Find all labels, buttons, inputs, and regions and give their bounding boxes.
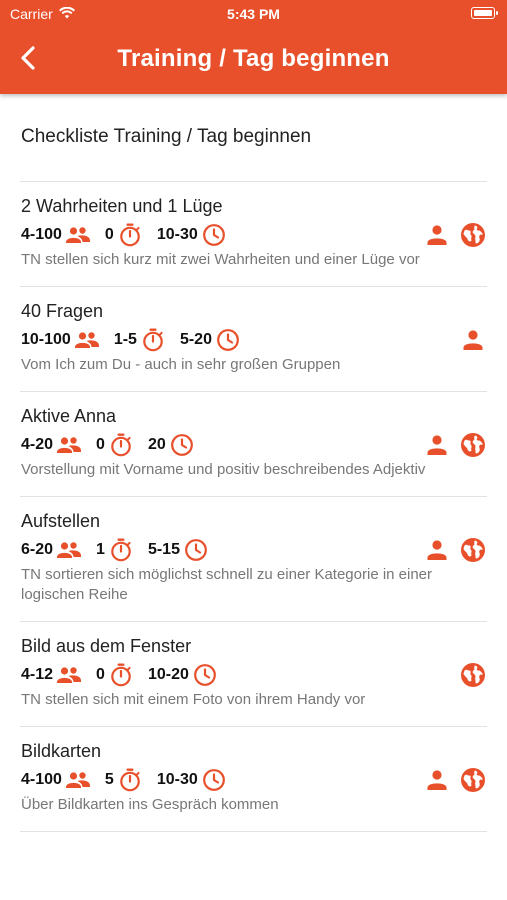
item-description: TN sortieren sich möglichst schnell zu e… [21,566,433,603]
globe-icon [460,222,486,248]
item-description: TN stellen sich mit einem Foto von ihrem… [21,691,366,708]
section-title: Checkliste Training / Tag beginnen [20,94,487,182]
item-title: 40 Fragen [21,301,104,321]
item-title: Aktive Anna [21,406,117,426]
participants-value: 4-100 [21,771,62,788]
timer-icon [108,662,134,688]
activity-list: 2 Wahrheiten und 1 Lüge 4-100 0 10-30 TN ste… [0,182,507,832]
person-icon [424,767,450,793]
prep-time-value: 0 [96,436,105,453]
prep-time-value: 0 [96,666,105,683]
list-item[interactable]: Bildkarten 4-100 5 10-30 Über Bildkarten ins… [20,727,487,832]
person-icon [460,327,486,353]
duration-value: 5-15 [147,541,180,558]
group-icon [56,432,82,458]
participants-value: 6-20 [21,541,54,558]
person-icon [424,222,450,248]
nav-bar: Training / Tag beginnen [0,30,507,90]
item-flags [424,537,486,563]
clock-icon [169,432,195,458]
duration-value: 10-30 [156,226,198,243]
duration-value: 20 [147,436,166,453]
item-meta: 4-100 0 10-30 [21,220,486,250]
list-item[interactable]: Bild aus dem Fenster 4-12 0 10-20 TN stellen… [20,622,487,727]
timer-icon [117,222,143,248]
item-title: Aufstellen [21,511,101,531]
status-time: 5:43 PM [227,6,280,22]
prep-time-value: 0 [104,226,114,243]
list-item[interactable]: 40 Fragen 10-100 1-5 5-20 Vom Ich zum Du - a… [20,287,487,392]
timer-icon [108,537,134,563]
clock-icon [192,662,218,688]
item-flags [424,432,486,458]
item-title: 2 Wahrheiten und 1 Lüge [21,196,223,216]
group-icon [56,662,82,688]
participants-value: 4-20 [21,436,54,453]
item-flags [424,767,486,793]
list-item[interactable]: 2 Wahrheiten und 1 Lüge 4-100 0 10-30 TN ste… [20,182,487,287]
item-meta: 4-100 5 10-30 [21,765,486,795]
group-icon [74,327,100,353]
clock-icon [201,767,227,793]
status-bar: Carrier 5:43 PM [0,0,507,30]
item-title: Bildkarten [21,741,102,761]
globe-icon [460,537,486,563]
item-flags [460,662,486,688]
item-meta: 10-100 1-5 5-20 [21,325,486,355]
prep-time-value: 5 [104,771,114,788]
prep-time-value: 1 [96,541,105,558]
item-flags [424,222,486,248]
participants-value: 4-12 [21,666,54,683]
app-header: Carrier 5:43 PM Training / Tag beginnen [0,0,507,94]
group-icon [65,767,91,793]
participants-value: 10-100 [21,331,71,348]
duration-value: 5-20 [179,331,212,348]
clock-icon [201,222,227,248]
item-description: Vom Ich zum Du - auch in sehr großen Gru… [21,356,341,373]
globe-icon [460,767,486,793]
duration-value: 10-30 [156,771,198,788]
list-item[interactable]: Aktive Anna 4-20 0 20 Vorstellung mit Vornam… [20,392,487,497]
item-meta: 6-20 1 5-15 [21,535,486,565]
timer-icon [140,327,166,353]
clock-icon [183,537,209,563]
page-title: Training / Tag beginnen [117,45,390,72]
item-meta: 4-12 0 10-20 [21,660,486,690]
group-icon [56,537,82,563]
timer-icon [117,767,143,793]
duration-value: 10-20 [147,666,189,683]
item-flags [460,327,486,353]
globe-icon [460,432,486,458]
item-description: TN stellen sich kurz mit zwei Wahrheiten… [21,251,420,268]
clock-icon [215,327,241,353]
item-meta: 4-20 0 20 [21,430,486,460]
item-description: Über Bildkarten ins Gespräch kommen [21,796,279,813]
globe-icon [460,662,486,688]
person-icon [424,432,450,458]
participants-value: 4-100 [21,226,62,243]
item-title: Bild aus dem Fenster [21,636,192,656]
item-description: Vorstellung mit Vorname und positiv besc… [21,461,426,478]
prep-time-value: 1-5 [113,331,137,348]
person-icon [424,537,450,563]
group-icon [65,222,91,248]
timer-icon [108,432,134,458]
battery-icon [471,7,498,19]
list-item[interactable]: Aufstellen 6-20 1 5-15 TN sortieren sich mög… [20,497,487,622]
content: Checkliste Training / Tag beginnen 2 Wah… [0,94,507,832]
